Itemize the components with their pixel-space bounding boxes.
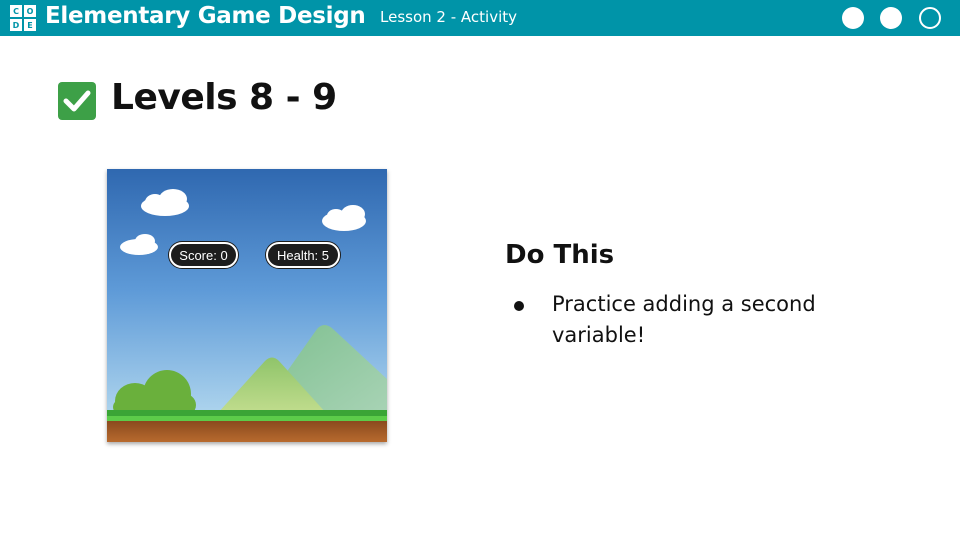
bullet-icon	[514, 301, 524, 311]
top-bar: C O D E Elementary Game Design Lesson 2 …	[0, 0, 960, 36]
instructions-heading: Do This	[505, 240, 615, 270]
course-title: Elementary Game Design	[45, 3, 366, 29]
game-scene	[107, 169, 387, 442]
logo-letter: D	[10, 19, 22, 31]
code-logo: C O D E	[10, 5, 36, 31]
score-display: Score: 0	[169, 242, 238, 268]
progress-dot-2	[880, 7, 902, 29]
game-preview	[107, 169, 387, 442]
logo-letter: C	[10, 5, 22, 17]
logo-letter: O	[24, 5, 36, 17]
check-box-icon	[58, 82, 96, 120]
health-display: Health: 5	[266, 242, 340, 268]
progress-dot-3	[919, 7, 941, 29]
lesson-label: Lesson 2 - Activity	[380, 8, 517, 26]
instruction-item: Practice adding a second variable!	[552, 292, 816, 347]
logo-letter: E	[24, 19, 36, 31]
progress-dot-1	[842, 7, 864, 29]
slide-title: Levels 8 - 9	[111, 77, 337, 118]
